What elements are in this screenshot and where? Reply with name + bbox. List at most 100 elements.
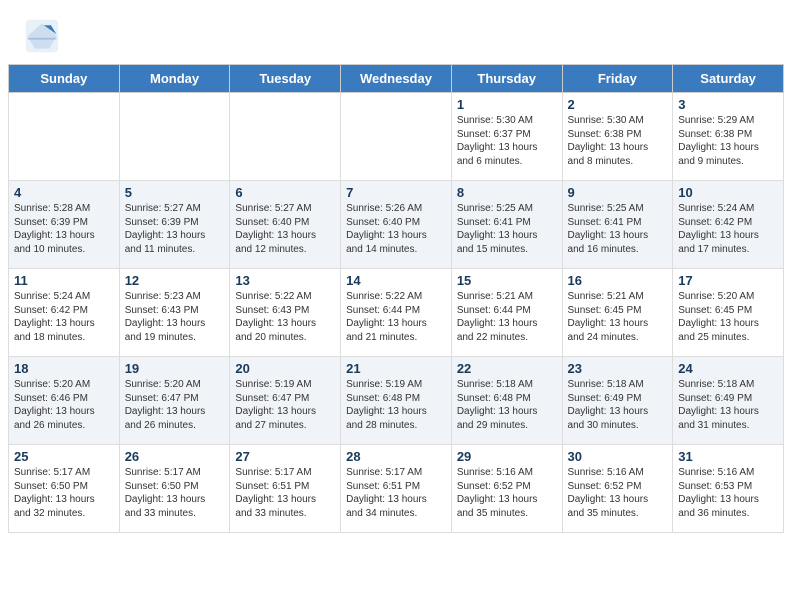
day-info: Sunrise: 5:16 AM Sunset: 6:52 PM Dayligh… [568,466,668,520]
day-number: 2 [568,97,668,112]
day-info: Sunrise: 5:30 AM Sunset: 6:38 PM Dayligh… [568,114,668,168]
calendar-day-cell: 10Sunrise: 5:24 AM Sunset: 6:42 PM Dayli… [673,181,784,269]
calendar-day-cell: 24 Sunrise: 5:18 AM Sunset: 6:49 PM Dayli… [673,357,784,445]
day-info: Sunrise: 5:29 AM Sunset: 6:38 PM Dayligh… [678,114,778,168]
calendar-week-row: 18 Sunrise: 5:20 AM Sunset: 6:46 PM Dayli… [9,357,784,445]
calendar-day-cell: 21 Sunrise: 5:19 AM Sunset: 6:48 PM Dayli… [341,357,452,445]
calendar-day-cell: 19 Sunrise: 5:20 AM Sunset: 6:47 PM Dayli… [119,357,230,445]
weekday-header: Monday [119,65,230,93]
calendar-table: SundayMondayTuesdayWednesdayThursdayFrid… [8,64,784,533]
day-info: Sunrise: 5:17 AM Sunset: 6:51 PM Dayligh… [235,466,335,520]
day-info: Sunrise: 5:20 AM Sunset: 6:47 PM Dayligh… [125,378,225,432]
logo-icon [24,18,60,54]
day-info: Sunrise: 5:18 AM Sunset: 6:49 PM Dayligh… [568,378,668,432]
day-info: Sunrise: 5:20 AM Sunset: 6:46 PM Dayligh… [14,378,114,432]
day-number: 6 [235,185,335,200]
calendar-day-cell: 12Sunrise: 5:23 AM Sunset: 6:43 PM Dayli… [119,269,230,357]
calendar-day-cell: 29 Sunrise: 5:16 AM Sunset: 6:52 PM Dayli… [451,445,562,533]
day-number: 23 [568,361,668,376]
day-number: 24 [678,361,778,376]
calendar-day-cell: 28 Sunrise: 5:17 AM Sunset: 6:51 PM Dayli… [341,445,452,533]
day-number: 13 [235,273,335,288]
calendar-day-cell: 7 Sunrise: 5:26 AM Sunset: 6:40 PM Daylig… [341,181,452,269]
calendar-day-cell: 25 Sunrise: 5:17 AM Sunset: 6:50 PM Dayli… [9,445,120,533]
day-info: Sunrise: 5:22 AM Sunset: 6:43 PM Dayligh… [235,290,335,344]
day-info: Sunrise: 5:16 AM Sunset: 6:53 PM Dayligh… [678,466,778,520]
day-number: 27 [235,449,335,464]
calendar-week-row: 11 Sunrise: 5:24 AM Sunset: 6:42 PM Dayli… [9,269,784,357]
day-info: Sunrise: 5:30 AM Sunset: 6:37 PM Dayligh… [457,114,557,168]
day-number: 21 [346,361,446,376]
day-number: 1 [457,97,557,112]
day-number: 4 [14,185,114,200]
weekday-header: Thursday [451,65,562,93]
day-number: 25 [14,449,114,464]
weekday-header: Saturday [673,65,784,93]
logo [24,18,66,54]
calendar-week-row: 1 Sunrise: 5:30 AM Sunset: 6:37 PM Daylig… [9,93,784,181]
day-number: 11 [14,273,114,288]
day-info: Sunrise: 5:24 AM Sunset: 6:42 PM Dayligh… [14,290,114,344]
day-info: Sunrise: 5:16 AM Sunset: 6:52 PM Dayligh… [457,466,557,520]
day-number: 30 [568,449,668,464]
day-number: 7 [346,185,446,200]
day-info: Sunrise: 5:25 AM Sunset: 6:41 PM Dayligh… [568,202,668,256]
calendar-day-cell: 31Sunrise: 5:16 AM Sunset: 6:53 PM Dayli… [673,445,784,533]
day-info: Sunrise: 5:21 AM Sunset: 6:45 PM Dayligh… [568,290,668,344]
calendar-day-cell: 16 Sunrise: 5:21 AM Sunset: 6:45 PM Dayli… [562,269,673,357]
day-info: Sunrise: 5:25 AM Sunset: 6:41 PM Dayligh… [457,202,557,256]
calendar-day-cell: 6 Sunrise: 5:27 AM Sunset: 6:40 PM Daylig… [230,181,341,269]
day-number: 20 [235,361,335,376]
day-number: 19 [125,361,225,376]
day-info: Sunrise: 5:26 AM Sunset: 6:40 PM Dayligh… [346,202,446,256]
calendar-day-cell: 15Sunrise: 5:21 AM Sunset: 6:44 PM Dayli… [451,269,562,357]
day-info: Sunrise: 5:27 AM Sunset: 6:39 PM Dayligh… [125,202,225,256]
day-info: Sunrise: 5:19 AM Sunset: 6:48 PM Dayligh… [346,378,446,432]
day-number: 28 [346,449,446,464]
day-info: Sunrise: 5:22 AM Sunset: 6:44 PM Dayligh… [346,290,446,344]
calendar-day-cell: 20 Sunrise: 5:19 AM Sunset: 6:47 PM Dayli… [230,357,341,445]
calendar-day-cell: 17Sunrise: 5:20 AM Sunset: 6:45 PM Dayli… [673,269,784,357]
weekday-header: Tuesday [230,65,341,93]
day-number: 14 [346,273,446,288]
weekday-header: Friday [562,65,673,93]
day-number: 18 [14,361,114,376]
calendar-day-cell: 8Sunrise: 5:25 AM Sunset: 6:41 PM Daylig… [451,181,562,269]
day-number: 9 [568,185,668,200]
calendar-day-cell: 18 Sunrise: 5:20 AM Sunset: 6:46 PM Dayli… [9,357,120,445]
calendar-day-cell [341,93,452,181]
calendar-day-cell: 30 Sunrise: 5:16 AM Sunset: 6:52 PM Dayli… [562,445,673,533]
day-info: Sunrise: 5:18 AM Sunset: 6:49 PM Dayligh… [678,378,778,432]
calendar-day-cell: 23 Sunrise: 5:18 AM Sunset: 6:49 PM Dayli… [562,357,673,445]
calendar-day-cell: 1 Sunrise: 5:30 AM Sunset: 6:37 PM Daylig… [451,93,562,181]
calendar-day-cell: 27 Sunrise: 5:17 AM Sunset: 6:51 PM Dayli… [230,445,341,533]
weekday-row: SundayMondayTuesdayWednesdayThursdayFrid… [9,65,784,93]
day-info: Sunrise: 5:24 AM Sunset: 6:42 PM Dayligh… [678,202,778,256]
calendar-day-cell: 13 Sunrise: 5:22 AM Sunset: 6:43 PM Dayli… [230,269,341,357]
day-info: Sunrise: 5:20 AM Sunset: 6:45 PM Dayligh… [678,290,778,344]
calendar-day-cell [9,93,120,181]
calendar-day-cell: 5Sunrise: 5:27 AM Sunset: 6:39 PM Daylig… [119,181,230,269]
calendar-day-cell: 3 Sunrise: 5:29 AM Sunset: 6:38 PM Daylig… [673,93,784,181]
day-info: Sunrise: 5:17 AM Sunset: 6:50 PM Dayligh… [125,466,225,520]
calendar-day-cell: 11 Sunrise: 5:24 AM Sunset: 6:42 PM Dayli… [9,269,120,357]
calendar-day-cell: 14 Sunrise: 5:22 AM Sunset: 6:44 PM Dayli… [341,269,452,357]
day-number: 16 [568,273,668,288]
calendar-day-cell: 2 Sunrise: 5:30 AM Sunset: 6:38 PM Daylig… [562,93,673,181]
page-header [0,0,792,64]
day-info: Sunrise: 5:17 AM Sunset: 6:51 PM Dayligh… [346,466,446,520]
day-number: 3 [678,97,778,112]
day-info: Sunrise: 5:23 AM Sunset: 6:43 PM Dayligh… [125,290,225,344]
calendar-week-row: 25 Sunrise: 5:17 AM Sunset: 6:50 PM Dayli… [9,445,784,533]
day-number: 29 [457,449,557,464]
day-info: Sunrise: 5:17 AM Sunset: 6:50 PM Dayligh… [14,466,114,520]
calendar-week-row: 4Sunrise: 5:28 AM Sunset: 6:39 PM Daylig… [9,181,784,269]
calendar-day-cell: 4Sunrise: 5:28 AM Sunset: 6:39 PM Daylig… [9,181,120,269]
calendar-day-cell: 9 Sunrise: 5:25 AM Sunset: 6:41 PM Daylig… [562,181,673,269]
calendar-day-cell: 22Sunrise: 5:18 AM Sunset: 6:48 PM Dayli… [451,357,562,445]
weekday-header: Wednesday [341,65,452,93]
day-number: 22 [457,361,557,376]
day-info: Sunrise: 5:21 AM Sunset: 6:44 PM Dayligh… [457,290,557,344]
day-info: Sunrise: 5:19 AM Sunset: 6:47 PM Dayligh… [235,378,335,432]
day-info: Sunrise: 5:27 AM Sunset: 6:40 PM Dayligh… [235,202,335,256]
